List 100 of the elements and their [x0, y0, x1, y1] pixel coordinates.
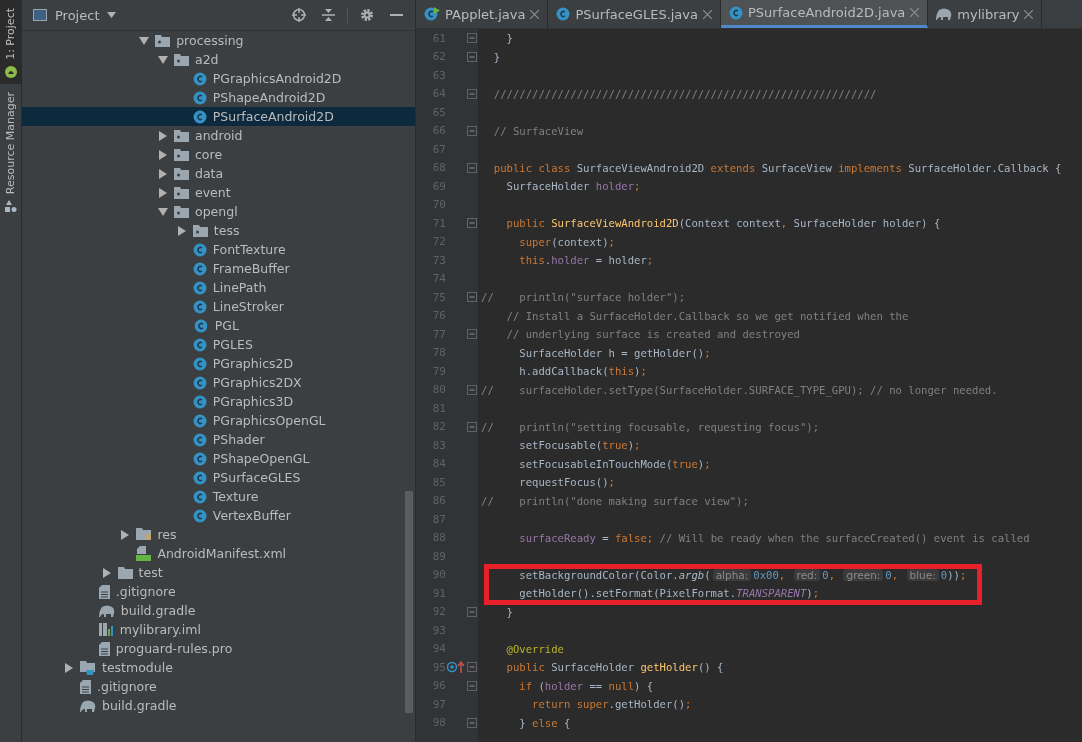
tree-item[interactable]: proguard-rules.pro	[22, 639, 415, 658]
text-file-icon	[98, 584, 110, 599]
tree-item[interactable]: data	[22, 164, 415, 183]
tree-item[interactable]: build.gradle	[22, 696, 415, 715]
fold-marker-icon[interactable]	[467, 662, 477, 673]
close-icon[interactable]	[910, 8, 920, 17]
code-line: // Install a SurfaceHolder.Callback so we get notified when the	[505, 309, 909, 322]
caret-right-icon[interactable]	[159, 130, 167, 141]
tree-item[interactable]: PSurfaceGLES	[22, 468, 415, 487]
editor-tab[interactable]: PApplet.java	[416, 0, 549, 28]
tree-item[interactable]: Texture	[22, 487, 415, 506]
tree-item[interactable]: PGL	[22, 316, 415, 335]
tree-item[interactable]: mylibrary.iml	[22, 620, 415, 639]
editor-tab[interactable]: PSurfaceAndroid2D.java	[721, 0, 929, 28]
tree-item[interactable]: build.gradle	[22, 601, 415, 620]
tree-item[interactable]: .gitignore	[22, 582, 415, 601]
caret-down-icon[interactable]	[158, 207, 168, 216]
tree-item[interactable]: PShapeOpenGL	[22, 449, 415, 468]
class-icon	[192, 508, 207, 523]
tree-item[interactable]: LinePath	[22, 278, 415, 297]
tree-item[interactable]: tess	[22, 221, 415, 240]
code-token: ,	[828, 568, 837, 581]
tree-item[interactable]: res	[22, 525, 415, 544]
manifest-file-icon	[136, 546, 152, 561]
class-icon	[192, 71, 207, 86]
fold-marker-icon[interactable]	[467, 33, 477, 44]
tree-item[interactable]: PShader	[22, 430, 415, 449]
tree-item[interactable]: android	[22, 126, 415, 145]
tree-item[interactable]: testmodule	[22, 658, 415, 677]
panel-icon	[33, 9, 47, 21]
class-icon	[192, 242, 207, 257]
code-line: }	[492, 50, 501, 63]
fold-marker-icon[interactable]	[467, 88, 477, 99]
close-icon[interactable]	[703, 9, 712, 19]
code-line: ////////////////////////////////////////////////////////////	[492, 87, 877, 100]
fold-marker-icon[interactable]	[467, 292, 477, 303]
tree-item[interactable]: LineStroker	[22, 297, 415, 316]
caret-right-icon[interactable]	[159, 168, 167, 179]
scrollbar[interactable]	[405, 491, 413, 713]
fold-marker-icon[interactable]	[467, 680, 477, 691]
fold-marker-icon[interactable]	[467, 329, 477, 340]
code-token: 0	[822, 568, 829, 581]
caret-down-icon[interactable]	[158, 55, 168, 64]
close-icon[interactable]	[1024, 9, 1034, 19]
fold-marker-icon[interactable]	[467, 421, 477, 432]
editor-tab[interactable]: mylibrary	[928, 0, 1043, 28]
code-token: argb	[678, 568, 705, 581]
crosshair-icon[interactable]	[292, 8, 306, 22]
fold-marker-icon[interactable]	[467, 51, 477, 62]
tree-item[interactable]: PGraphics2DX	[22, 373, 415, 392]
tree-item[interactable]: PShapeAndroid2D	[22, 88, 415, 107]
fold-marker-icon[interactable]	[467, 125, 477, 136]
caret-down-icon[interactable]	[139, 36, 150, 45]
fold-marker-icon[interactable]	[467, 717, 477, 728]
tree-item[interactable]: PGLES	[22, 335, 415, 354]
code-line: public class SurfaceViewAndroid2D extends SurfaceView implements SurfaceHolder.Callback {	[492, 161, 1062, 174]
tree-item[interactable]: .gitignore	[22, 677, 415, 696]
package-folder-icon	[192, 224, 208, 237]
class-icon	[192, 90, 207, 105]
tool-window-tab[interactable]: 1: Project	[0, 0, 21, 84]
tree-item[interactable]: PGraphicsOpenGL	[22, 411, 415, 430]
resource-folder-icon	[136, 528, 152, 541]
project-view-dropdown[interactable]: Project	[55, 7, 117, 23]
tree-item[interactable]: a2d	[22, 50, 415, 69]
class-icon	[192, 109, 207, 124]
caret-right-icon[interactable]	[159, 187, 167, 198]
class-icon	[192, 299, 207, 314]
tree-item[interactable]: core	[22, 145, 415, 164]
caret-right-icon[interactable]	[121, 529, 130, 540]
tree-item[interactable]: FrameBuffer	[22, 259, 415, 278]
class-icon	[192, 356, 207, 371]
abstract-class-icon	[192, 318, 209, 333]
elephant-icon	[80, 699, 96, 712]
code-line: surfaceReady = false; // Will be ready when the surfaceCreated() event is called	[518, 531, 1030, 544]
tree-item[interactable]: processing	[22, 31, 415, 50]
tree-item[interactable]: event	[22, 183, 415, 202]
overrides-method-icon[interactable]	[447, 661, 465, 674]
tree-item[interactable]: opengl	[22, 202, 415, 221]
tree-item[interactable]: PGraphics3D	[22, 392, 415, 411]
caret-right-icon[interactable]	[65, 662, 73, 673]
tree-item[interactable]: PGraphics2D	[22, 354, 415, 373]
tree-item[interactable]: AndroidManifest.xml	[22, 544, 415, 563]
package-folder-icon	[155, 34, 171, 47]
close-icon[interactable]	[530, 9, 540, 19]
fold-marker-icon[interactable]	[467, 162, 477, 173]
tool-window-tab[interactable]: Resource Manager	[0, 83, 21, 218]
tree-item[interactable]: PSurfaceAndroid2D	[22, 107, 415, 126]
caret-right-icon[interactable]	[102, 567, 111, 578]
fold-marker-icon[interactable]	[467, 384, 477, 395]
fold-marker-icon[interactable]	[467, 606, 477, 617]
caret-right-icon[interactable]	[177, 225, 186, 236]
tree-item[interactable]: VertexBuffer	[22, 506, 415, 525]
collapse-all-icon[interactable]	[322, 8, 335, 22]
fold-marker-icon[interactable]	[467, 218, 477, 229]
settings-icon[interactable]	[360, 8, 374, 22]
tree-item[interactable]: FontTexture	[22, 240, 415, 259]
caret-right-icon[interactable]	[159, 149, 167, 160]
tree-item[interactable]: PGraphicsAndroid2D	[22, 69, 415, 88]
tree-item[interactable]: test	[22, 563, 415, 582]
class-icon	[192, 489, 207, 504]
